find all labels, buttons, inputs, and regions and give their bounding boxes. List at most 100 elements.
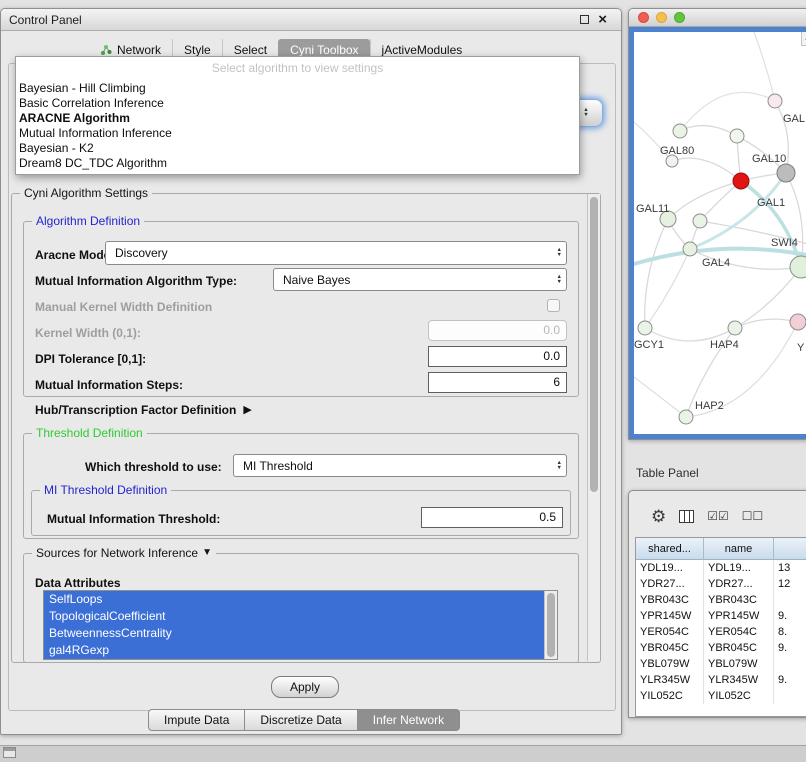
network-node[interactable] bbox=[730, 129, 744, 143]
table-row[interactable]: YER054CYER054C8. bbox=[636, 624, 806, 640]
mi-steps-field[interactable]: 6 bbox=[428, 372, 567, 393]
node-label-gcy1: GCY1 bbox=[634, 339, 664, 351]
table-cell: YBL079W bbox=[704, 656, 774, 672]
scrollbar-thumb[interactable] bbox=[590, 197, 598, 492]
network-node[interactable] bbox=[768, 94, 782, 108]
network-node[interactable] bbox=[728, 321, 742, 335]
which-threshold-value: MI Threshold bbox=[243, 459, 313, 473]
table-cell: YBR043C bbox=[704, 592, 774, 608]
minimized-window-icon[interactable] bbox=[3, 747, 16, 758]
settings-vertical-scrollbar[interactable] bbox=[587, 194, 600, 661]
network-edge[interactable] bbox=[754, 32, 775, 101]
algorithm-option-dream8-dc-tdc-algorithm[interactable]: Dream8 DC_TDC Algorithm bbox=[16, 156, 579, 171]
float-window-icon[interactable] bbox=[580, 15, 589, 24]
network-node[interactable] bbox=[683, 242, 697, 256]
network-node[interactable] bbox=[638, 321, 652, 335]
data-attribute-betweennesscentrality[interactable]: BetweennessCentrality bbox=[44, 625, 544, 642]
aracne-mode-combobox[interactable]: Discovery bbox=[105, 241, 567, 265]
node-label-gal80: GAL80 bbox=[660, 145, 694, 157]
close-window-icon[interactable]: × bbox=[598, 15, 607, 25]
column-visibility-icon[interactable] bbox=[679, 510, 694, 523]
network-edge[interactable] bbox=[634, 377, 686, 417]
apply-button[interactable]: Apply bbox=[271, 676, 339, 698]
node-label-gal: GAL bbox=[783, 113, 805, 125]
table-cell: 9. bbox=[774, 640, 806, 656]
table-cell: YDL19... bbox=[636, 560, 704, 576]
network-edge[interactable] bbox=[680, 126, 737, 136]
dpi-tolerance-field[interactable]: 0.0 bbox=[428, 346, 567, 367]
table-row[interactable]: YLR345WYLR345W9. bbox=[636, 672, 806, 688]
table-settings-gear-icon[interactable]: ⚙ bbox=[651, 508, 666, 525]
minimize-traffic-light-icon[interactable] bbox=[656, 12, 667, 23]
algorithm-option-mutual-information-inference[interactable]: Mutual Information Inference bbox=[16, 126, 579, 141]
node-label-y: Y bbox=[797, 342, 805, 354]
tab-label: Network bbox=[117, 43, 161, 57]
table-row[interactable]: YPR145WYPR145W9. bbox=[636, 608, 806, 624]
data-attributes-list[interactable]: SelfLoopsTopologicalCoefficientBetweenne… bbox=[43, 590, 558, 660]
close-traffic-light-icon[interactable] bbox=[638, 12, 649, 23]
node-label-hap2: HAP2 bbox=[695, 400, 724, 412]
column-header-shared[interactable]: shared... bbox=[636, 538, 704, 560]
data-attribute-selfloops[interactable]: SelfLoops bbox=[44, 591, 544, 608]
network-node[interactable] bbox=[679, 410, 693, 424]
network-edge[interactable] bbox=[680, 92, 775, 131]
network-edge[interactable] bbox=[668, 181, 741, 219]
hub-transcription-factor-section[interactable]: Hub/Transcription Factor Definition ▶ bbox=[35, 403, 252, 417]
kernel-width-field[interactable]: 0.0 bbox=[428, 320, 567, 341]
network-node[interactable] bbox=[777, 164, 795, 182]
network-edge[interactable] bbox=[735, 319, 798, 328]
network-scrollbar-stub[interactable]: ▲ bbox=[801, 32, 806, 46]
manual-kernel-width-checkbox[interactable] bbox=[547, 299, 560, 312]
tab-infer-network[interactable]: Infer Network bbox=[358, 709, 460, 731]
table-cell: YDR27... bbox=[636, 576, 704, 592]
tab-impute-data[interactable]: Impute Data bbox=[148, 709, 245, 731]
combo-stepper-icon bbox=[557, 275, 562, 285]
node-label-gal11: GAL11 bbox=[636, 203, 669, 215]
network-view-window: GALGAL80GAL10GAL1GAL11SWI4GAL4GCY1HAP4YH… bbox=[628, 8, 806, 440]
tab-label: Cyni Toolbox bbox=[290, 43, 358, 57]
expand-right-triangle-icon[interactable]: ▶ bbox=[243, 405, 251, 416]
column-header-name[interactable]: name bbox=[704, 538, 774, 560]
network-window-titlebar[interactable] bbox=[629, 9, 806, 27]
table-row[interactable]: YIL052CYIL052C bbox=[636, 688, 806, 704]
data-attribute-gal4rgexp[interactable]: gal4RGexp bbox=[44, 642, 544, 659]
network-node[interactable] bbox=[733, 173, 749, 189]
manual-kernel-width-label: Manual Kernel Width Definition bbox=[35, 300, 212, 314]
tab-discretize-data[interactable]: Discretize Data bbox=[245, 709, 357, 731]
data-attributes-label: Data Attributes bbox=[35, 576, 121, 590]
table-cell: YBR043C bbox=[636, 592, 704, 608]
mi-threshold-field[interactable]: 0.5 bbox=[421, 507, 563, 528]
algorithm-option-basic-correlation-inference[interactable]: Basic Correlation Inference bbox=[16, 96, 579, 111]
table-row[interactable]: YDL19...YDL19...13 bbox=[636, 560, 806, 576]
table-row[interactable]: YBR043CYBR043C bbox=[636, 592, 806, 608]
network-node[interactable] bbox=[790, 314, 806, 330]
collapse-down-triangle-icon[interactable]: ▼ bbox=[202, 548, 212, 558]
zoom-traffic-light-icon[interactable] bbox=[674, 12, 685, 23]
network-node[interactable] bbox=[790, 256, 806, 278]
deselect-all-rows-icon[interactable]: ☐☐ bbox=[742, 508, 764, 525]
algorithm-option-bayesian-k2[interactable]: Bayesian - K2 bbox=[16, 141, 579, 156]
table-row[interactable]: YDR27...YDR27...12 bbox=[636, 576, 806, 592]
algorithm-option-aracne-algorithm[interactable]: ARACNE Algorithm bbox=[16, 111, 579, 126]
table-row[interactable]: YBL079WYBL079W bbox=[636, 656, 806, 672]
table-row[interactable]: YBR045CYBR045C9. bbox=[636, 640, 806, 656]
network-canvas[interactable]: GALGAL80GAL10GAL1GAL11SWI4GAL4GCY1HAP4YH… bbox=[634, 32, 806, 434]
algorithm-option-bayesian-hill-climbing[interactable]: Bayesian - Hill Climbing bbox=[16, 81, 579, 96]
which-threshold-combobox[interactable]: MI Threshold bbox=[233, 454, 567, 477]
table-cell: YBR045C bbox=[636, 640, 704, 656]
network-icon bbox=[100, 44, 112, 56]
table-cell: 9. bbox=[774, 608, 806, 624]
attributes-scrollbar[interactable] bbox=[544, 591, 557, 659]
data-attribute-topologicalcoefficient[interactable]: TopologicalCoefficient bbox=[44, 608, 544, 625]
scrollbar-thumb[interactable] bbox=[547, 593, 555, 657]
network-node[interactable] bbox=[673, 124, 687, 138]
select-all-rows-icon[interactable]: ☑☑ bbox=[707, 508, 729, 525]
table-cell: 8. bbox=[774, 624, 806, 640]
network-node[interactable] bbox=[693, 214, 707, 228]
algorithm-dropdown-popup: Select algorithm to view settings Bayesi… bbox=[15, 56, 580, 175]
kernel-width-label: Kernel Width (0,1): bbox=[35, 326, 141, 340]
hub-section-label: Hub/Transcription Factor Definition bbox=[35, 403, 236, 417]
column-header-blank[interactable] bbox=[774, 538, 806, 560]
mi-algorithm-type-combobox[interactable]: Naive Bayes bbox=[273, 268, 567, 291]
network-edge[interactable] bbox=[672, 158, 741, 181]
